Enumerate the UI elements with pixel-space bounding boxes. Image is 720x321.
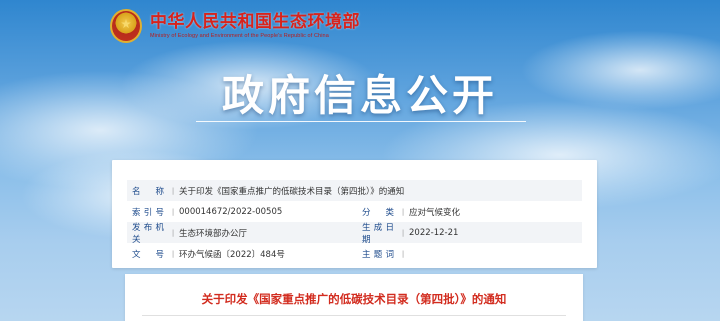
info-label: 主 题 词 [362,249,394,260]
info-label: 名 称 [132,186,164,197]
info-row-index: 索 引 号 | 000014672/2022-00505 分 类 | 应对气候变… [127,201,582,222]
info-value-index: 000014672/2022-00505 [179,206,283,217]
document-info-card: 名 称 | 关于印发《国家重点推广的低碳技术目录（第四批）》的通知 索 引 号 … [112,160,597,268]
page-title: 政府信息公开 [221,71,498,120]
info-value-date: 2022-12-21 [409,227,459,238]
info-value-category: 应对气候变化 [409,207,461,218]
info-row-issuer: 发布机关 | 生态环境部办公厅 生成日期 | 2022-12-21 [127,222,582,245]
info-separator: | [401,207,405,216]
info-value-issuer: 生态环境部办公厅 [179,228,248,239]
ministry-name-cn: 中华人民共和国生态环境部 [150,12,360,32]
document-title-divider [142,315,566,316]
info-value-doc-no: 环办气候函〔2022〕484号 [179,249,285,260]
info-row-doc-no: 文 号 | 环办气候函〔2022〕484号 主 题 词 | [127,243,582,264]
document-title-card: 关于印发《国家重点推广的低碳技术目录（第四批）》的通知 [125,274,583,321]
info-label: 文 号 [132,249,164,260]
ministry-logo-text: 中华人民共和国生态环境部 Ministry of Ecology and Env… [150,12,360,40]
title-divider [196,121,526,122]
info-label: 发布机关 [132,222,164,245]
info-separator: | [401,249,405,258]
info-label: 生成日期 [362,222,394,245]
info-separator: | [171,228,175,237]
info-label: 分 类 [362,207,394,218]
info-separator: | [401,228,405,237]
ministry-name-en: Ministry of Ecology and Environment of t… [150,33,329,39]
page: 中华人民共和国生态环境部 Ministry of Ecology and Env… [0,0,720,321]
info-separator: | [171,249,175,258]
info-separator: | [171,207,175,216]
info-row-name: 名 称 | 关于印发《国家重点推广的低碳技术目录（第四批）》的通知 [127,180,582,201]
national-emblem-icon [110,9,142,43]
info-separator: | [171,186,175,195]
info-label: 索 引 号 [132,207,164,218]
info-value-name: 关于印发《国家重点推广的低碳技术目录（第四批）》的通知 [179,186,405,197]
site-header[interactable]: 中华人民共和国生态环境部 Ministry of Ecology and Env… [110,6,360,46]
document-title: 关于印发《国家重点推广的低碳技术目录（第四批）》的通知 [201,292,507,306]
